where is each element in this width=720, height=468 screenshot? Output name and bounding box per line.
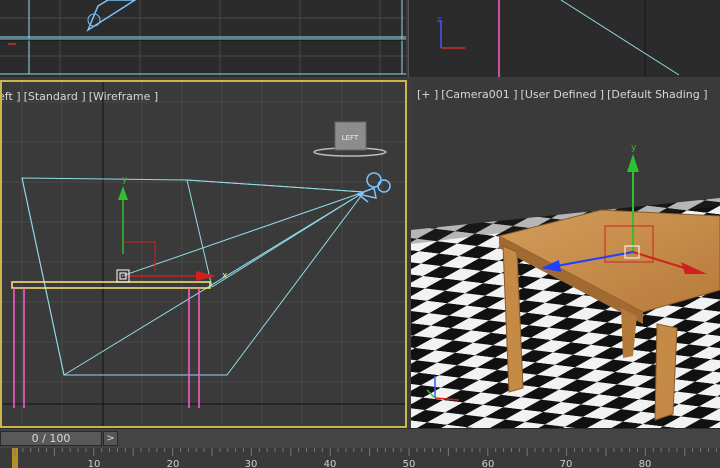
table-wire-left[interactable]	[11, 281, 211, 408]
tick-label: 50	[403, 459, 416, 468]
viewport-top[interactable]	[0, 0, 406, 77]
viewport-general-menu[interactable]: [+ ]	[417, 88, 438, 101]
front-viewport-canvas: z	[437, 0, 680, 77]
viewport-label-camera[interactable]: [+ ] [Camera001 ] [User Defined ] [Default …	[417, 88, 711, 101]
viewport-shading-menu[interactable]: [Default Shading ]	[607, 88, 707, 101]
next-frame-button[interactable]: >	[103, 431, 118, 446]
viewport-shading-menu[interactable]: [Wireframe ]	[89, 90, 158, 103]
viewport-front[interactable]: z	[408, 0, 720, 77]
time-slider-bar: 0 / 100 >	[0, 428, 720, 448]
tick-label: 20	[167, 459, 180, 468]
tick-label: 70	[560, 459, 573, 468]
tick-label: 40	[324, 459, 337, 468]
viewport-camera[interactable]: y [+ ] [Camera001 ] [User Defined ] [Defaul…	[411, 80, 720, 428]
svg-text:z: z	[437, 15, 441, 24]
viewport-view-menu[interactable]: [User Defined ]	[521, 88, 605, 101]
viewport-label-left[interactable]: eft ] [Standard ] [Wireframe ]	[2, 90, 161, 103]
top-viewport-canvas	[0, 0, 406, 77]
track-bar-ruler: 10 20 30 40 50 60 70 80	[12, 448, 717, 468]
tick-label: 10	[88, 459, 101, 468]
viewport-name-label[interactable]: eft ]	[2, 90, 21, 103]
tick-label: 30	[245, 459, 258, 468]
frame-readout: 0 / 100	[31, 432, 71, 445]
viewcube-label: LEFT	[342, 134, 359, 142]
tick-label: 80	[639, 459, 652, 468]
viewport-view-menu[interactable]: [Standard ]	[24, 90, 86, 103]
track-bar[interactable]: 10 20 30 40 50 60 70 80	[0, 448, 720, 468]
camera-viewport-canvas: y	[411, 143, 720, 428]
left-viewport-canvas: y x LEFT	[2, 82, 405, 426]
time-slider[interactable]: 0 / 100	[0, 431, 102, 446]
camera-object-left[interactable]	[355, 172, 391, 203]
viewport-left[interactable]: y x LEFT eft ] [Standard ] [Wireframe ]	[0, 80, 407, 428]
axis-x-label: x	[222, 271, 228, 281]
transform-gizmo-left[interactable]: y x	[116, 175, 228, 283]
tick-label: 60	[482, 459, 495, 468]
camera-axis-y-label: y	[631, 143, 637, 153]
axis-y-label: y	[122, 175, 128, 185]
viewport-camera-name[interactable]: [Camera001 ]	[441, 88, 517, 101]
viewcube[interactable]: LEFT	[313, 121, 387, 157]
